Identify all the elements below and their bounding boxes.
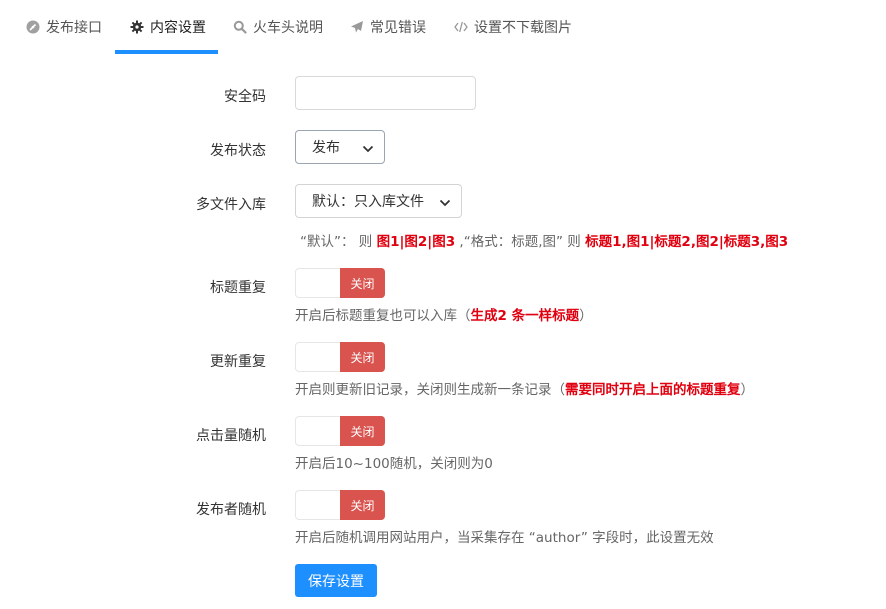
toggle-off-label: 关闭 (340, 416, 385, 446)
author-random-label: 发布者随机 (196, 502, 266, 518)
update-repeat-label: 更新重复 (210, 354, 266, 370)
toggle-off-label: 关闭 (340, 268, 385, 298)
multi-file-help: “默认”： 则 图1|图2|图3 ,“格式：标题,图” 则 标题1,图1|标题2… (300, 230, 788, 250)
tab-label: 设置不下载图片 (474, 20, 572, 36)
author-random-help: 开启后随机调用网站用户，当采集存在 “author” 字段时，此设置无效 (295, 530, 714, 546)
help-text: ,“格式：标题,图” 则 (455, 234, 586, 250)
toggle-off-label: 关闭 (340, 490, 385, 520)
help-emphasis: 图1|图2|图3 (376, 234, 456, 250)
save-settings-button[interactable]: 保存设置 (295, 564, 377, 597)
search-icon (233, 20, 247, 34)
publish-status-label: 发布状态 (210, 143, 266, 159)
tab-no-image-download[interactable]: 设置不下载图片 (454, 0, 572, 54)
multi-file-label: 多文件入库 (196, 197, 266, 213)
title-repeat-toggle[interactable]: 关闭 (295, 268, 385, 298)
publish-status-select[interactable]: 发布 (295, 130, 385, 164)
tab-label: 内容设置 (150, 20, 206, 36)
chevron-down-icon (362, 142, 374, 153)
multi-file-value: 默认：只入库文件 (312, 194, 424, 210)
tab-label: 火车头说明 (253, 20, 323, 36)
publish-status-value: 发布 (312, 140, 340, 156)
help-emphasis: 生成2 条一样标题 (470, 308, 580, 324)
code-icon (454, 20, 468, 34)
tab-label: 发布接口 (46, 20, 102, 36)
update-repeat-help: 开启则更新旧记录，关闭则生成新一条记录（需要同时开启上面的标题重复） (295, 378, 754, 398)
help-emphasis: 标题1,图1|标题2,图2|标题3,图3 (585, 234, 789, 250)
multi-file-select[interactable]: 默认：只入库文件 (295, 184, 462, 218)
toggle-off-label: 关闭 (340, 342, 385, 372)
help-text: ） (579, 308, 593, 324)
security-code-label: 安全码 (224, 89, 266, 105)
tab-label: 常见错误 (370, 20, 426, 36)
help-emphasis: 需要同时开启上面的标题重复 (565, 382, 741, 398)
help-text: “默认”： 则 (300, 234, 377, 250)
tab-common-errors[interactable]: 常见错误 (350, 0, 426, 54)
click-random-label: 点击量随机 (196, 428, 266, 444)
tab-locomotive-guide[interactable]: 火车头说明 (233, 0, 323, 54)
tab-content-settings[interactable]: 内容设置 (130, 0, 206, 54)
update-repeat-toggle[interactable]: 关闭 (295, 342, 385, 372)
author-random-toggle[interactable]: 关闭 (295, 490, 385, 520)
dashboard-icon (26, 20, 40, 34)
title-repeat-label: 标题重复 (210, 280, 266, 296)
help-text: 开启后标题重复也可以入库（ (295, 308, 471, 324)
active-tab-indicator (115, 50, 218, 54)
tab-bar: 发布接口 内容设置 火车头说明 常见错误 设置不下载图片 (0, 0, 886, 54)
help-text: 开启则更新旧记录，关闭则生成新一条记录（ (295, 382, 565, 398)
title-repeat-help: 开启后标题重复也可以入库（生成2 条一样标题） (295, 304, 593, 324)
help-text: ） (740, 382, 755, 398)
chevron-down-icon (439, 196, 451, 207)
security-code-input[interactable] (295, 76, 476, 110)
paper-plane-icon (350, 20, 364, 34)
tab-publish-api[interactable]: 发布接口 (26, 0, 102, 54)
click-random-help: 开启后10~100随机，关闭则为0 (295, 456, 493, 472)
gear-icon (130, 20, 144, 34)
click-random-toggle[interactable]: 关闭 (295, 416, 385, 446)
